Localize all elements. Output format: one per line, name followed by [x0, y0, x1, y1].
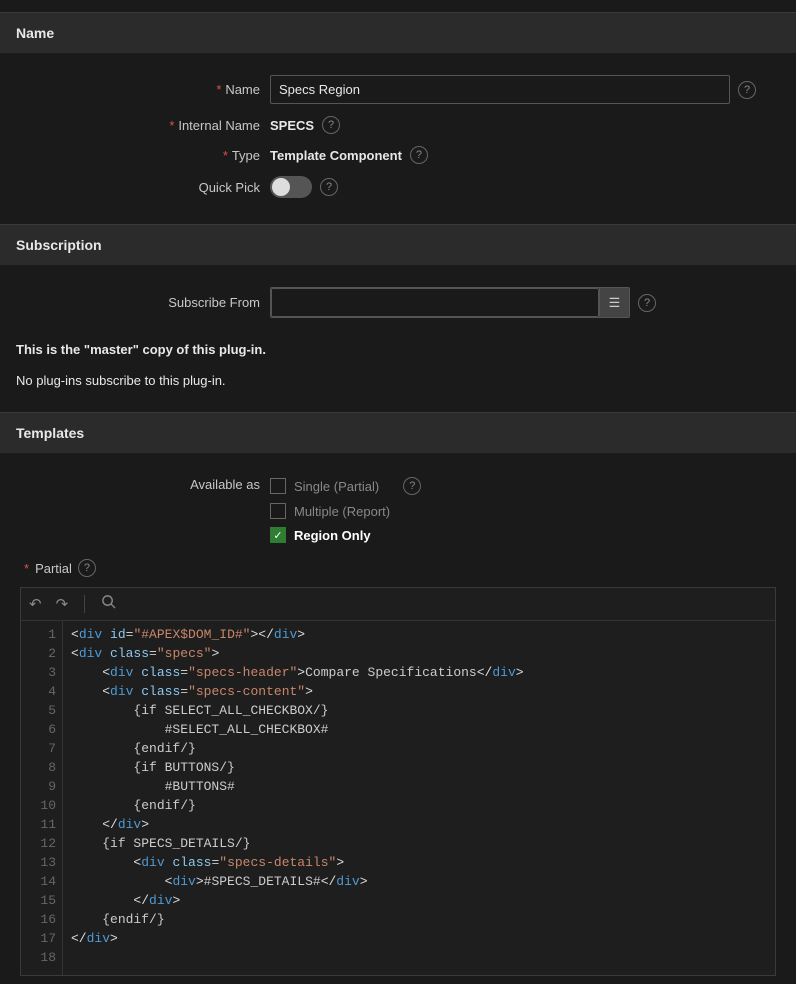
no-subscribers-text: No plug-ins subscribe to this plug-in. — [0, 369, 796, 392]
help-icon[interactable]: ? — [320, 178, 338, 196]
checkbox-multiple[interactable] — [270, 503, 286, 519]
subscribe-from-lov[interactable]: ☰ — [270, 287, 630, 318]
help-icon[interactable]: ? — [738, 81, 756, 99]
help-icon[interactable]: ? — [403, 477, 421, 495]
label-name: Name — [0, 82, 270, 97]
internal-name-value: SPECS — [270, 118, 314, 133]
label-partial: * Partial ? — [0, 551, 796, 581]
section-body-templates: Available as Single (Partial) ? Multiple… — [0, 453, 796, 984]
quick-pick-toggle[interactable] — [270, 176, 312, 198]
undo-icon[interactable]: ↶ — [29, 595, 42, 614]
label-type: Type — [0, 148, 270, 163]
subscribe-from-input[interactable] — [271, 288, 599, 317]
redo-icon[interactable]: ↷ — [56, 595, 69, 614]
label-internal-name: Internal Name — [0, 118, 270, 133]
checkbox-single[interactable] — [270, 478, 286, 494]
checkbox-region-only[interactable]: ✓ — [270, 527, 286, 543]
help-icon[interactable]: ? — [78, 559, 96, 577]
lov-open-button[interactable]: ☰ — [599, 288, 629, 317]
checkbox-region-only-label: Region Only — [294, 528, 371, 543]
master-copy-text: This is the "master" copy of this plug-i… — [0, 338, 796, 361]
editor-toolbar: ↶ ↷ — [21, 588, 775, 621]
checkbox-multiple-label: Multiple (Report) — [294, 504, 390, 519]
help-icon[interactable]: ? — [410, 146, 428, 164]
help-icon[interactable]: ? — [322, 116, 340, 134]
checkbox-single-label: Single (Partial) — [294, 479, 379, 494]
section-body-subscription: Subscribe From ☰ ? This is the "master" … — [0, 265, 796, 412]
section-header-subscription: Subscription — [0, 224, 796, 265]
type-value: Template Component — [270, 148, 402, 163]
code-editor[interactable]: ↶ ↷ 123456789101112131415161718 <div id=… — [20, 587, 776, 976]
section-header-name: Name — [0, 12, 796, 53]
editor-gutter: 123456789101112131415161718 — [21, 621, 63, 975]
label-quick-pick: Quick Pick — [0, 180, 270, 195]
name-input[interactable] — [270, 75, 730, 104]
editor-code[interactable]: <div id="#APEX$DOM_ID#"></div><div class… — [63, 621, 775, 975]
search-icon[interactable] — [101, 594, 116, 614]
section-header-templates: Templates — [0, 412, 796, 453]
label-subscribe-from: Subscribe From — [0, 295, 270, 310]
section-body-name: Name ? Internal Name SPECS ? Type Templa… — [0, 53, 796, 224]
list-icon: ☰ — [609, 295, 621, 311]
label-available-as: Available as — [0, 475, 270, 492]
help-icon[interactable]: ? — [638, 294, 656, 312]
